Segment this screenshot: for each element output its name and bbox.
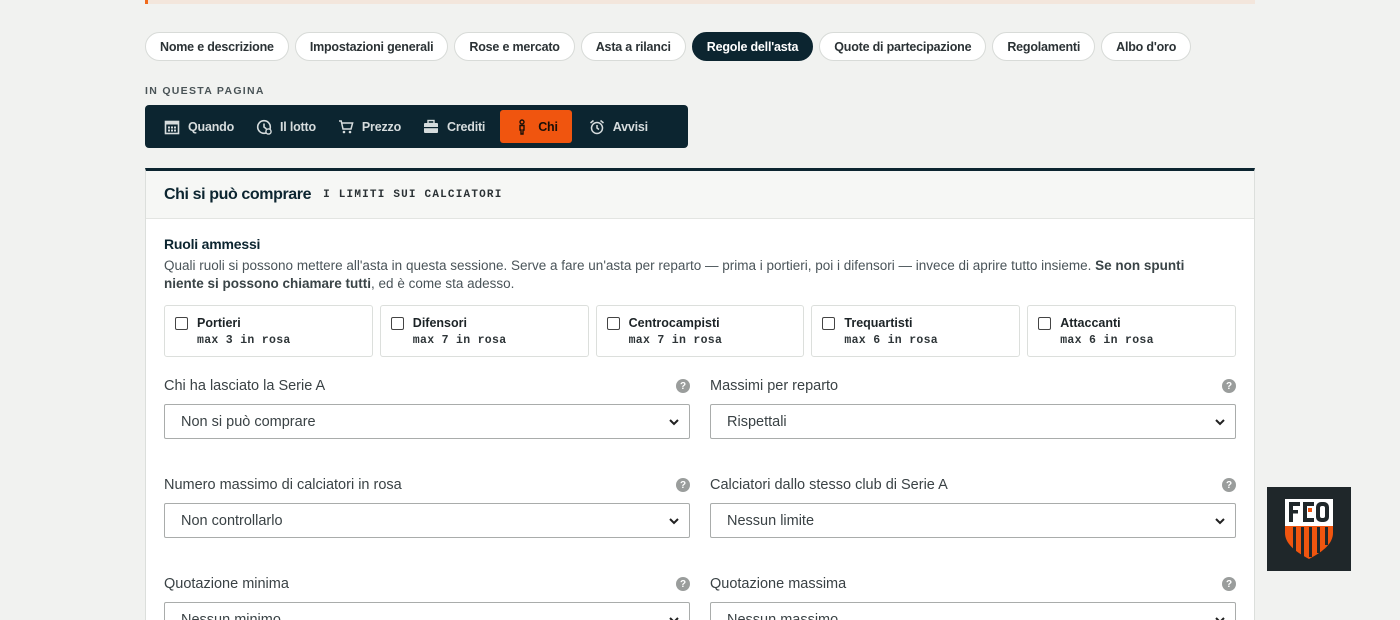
top-accent-bar [145,0,1255,4]
card-header: Chi si può comprare I LIMITI SUI CALCIAT… [146,171,1254,219]
person-icon [514,118,530,135]
role-max: max 6 in rosa [844,334,939,347]
field-quotazione-minima: Quotazione minima ? Nessun minimo [164,574,690,620]
tab-rose-e-mercato[interactable]: Rose e mercato [454,32,575,61]
field-quotazione-massima: Quotazione massima ? Nessun massimo [710,574,1236,620]
numero-massimo-select[interactable]: Non controllarlo [164,503,690,538]
subnav-crediti[interactable]: Crediti [412,110,496,143]
role-checkbox[interactable] [822,317,836,330]
quotazione-massima-select[interactable]: Nessun massimo [710,602,1236,620]
chi-card: Chi si può comprare I LIMITI SUI CALCIAT… [145,168,1255,620]
select-value: Rispettali [727,413,787,430]
role-checkbox[interactable] [606,317,620,330]
field-stesso-club: Calciatori dallo stesso club di Serie A … [710,475,1236,538]
role-option-centrocampisti[interactable]: Centrocampisti max 7 in rosa [595,305,805,357]
clock-icon [256,119,272,135]
field-serie-a-left: Chi ha lasciato la Serie A ? Non si può … [164,376,690,439]
role-max: max 7 in rosa [628,334,723,347]
chevron-down-icon [1215,419,1225,426]
description-tail: , ed è come sta adesso. [371,276,515,291]
in-page-label: IN QUESTA PAGINA [145,85,265,97]
field-label: Calciatori dallo stesso club di Serie A [710,477,948,493]
page-subnav: Quando Il lotto Prezzo Crediti Chi Avvis… [145,105,688,148]
role-name: Portieri [197,316,241,330]
calendar-icon [164,119,180,135]
help-icon[interactable]: ? [1222,379,1236,393]
subnav-label: Quando [188,119,235,134]
stesso-club-select[interactable]: Nessun limite [710,503,1236,538]
select-value: Nessun massimo [727,611,839,620]
massimi-per-reparto-select[interactable]: Rispettali [710,404,1236,439]
role-max: max 6 in rosa [1060,334,1154,347]
help-icon[interactable]: ? [1222,577,1236,591]
tab-regole-dell-asta[interactable]: Regole dell'asta [691,32,814,61]
help-icon[interactable]: ? [1222,478,1236,492]
description-text: Quali ruoli si possono mettere all'asta … [164,258,1092,273]
role-option-portieri[interactable]: Portieri max 3 in rosa [164,305,373,357]
quotazione-minima-select[interactable]: Nessun minimo [164,602,690,620]
role-max: max 7 in rosa [412,334,507,347]
role-option-attaccanti[interactable]: Attaccanti max 6 in rosa [1027,305,1236,357]
fco-logo[interactable] [1267,487,1351,571]
role-name: Centrocampisti [628,316,720,330]
role-name: Trequartisti [844,316,913,330]
field-label: Quotazione minima [164,576,289,592]
tab-impostazioni-generali[interactable]: Impostazioni generali [294,32,449,61]
role-option-trequartisti[interactable]: Trequartisti max 6 in rosa [811,305,1021,357]
tab-asta-a-rilanci[interactable]: Asta a rilanci [580,32,686,61]
field-label: Quotazione massima [710,576,847,592]
role-checkbox[interactable] [175,317,188,330]
subnav-prezzo[interactable]: Prezzo [327,110,412,143]
select-value: Nessun minimo [181,611,281,620]
subnav-il-lotto[interactable]: Il lotto [245,110,327,143]
tab-albo-d-oro[interactable]: Albo d'oro [1101,32,1192,61]
alarm-icon [589,119,605,135]
role-max: max 3 in rosa [197,334,291,347]
role-name: Attaccanti [1060,316,1121,330]
card-title: Chi si può comprare [164,185,312,203]
cart-icon [338,119,354,135]
card-subtitle: I LIMITI SUI CALCIATORI [323,188,503,201]
chevron-down-icon [669,617,679,620]
subnav-label: Avvisi [612,119,648,134]
chevron-down-icon [669,518,679,525]
help-icon[interactable]: ? [676,379,690,393]
subnav-quando[interactable]: Quando [153,110,245,143]
help-icon[interactable]: ? [676,478,690,492]
select-value: Nessun limite [727,512,815,529]
field-numero-massimo: Numero massimo di calciatori in rosa ? N… [164,475,690,538]
tab-regolamenti[interactable]: Regolamenti [992,32,1096,61]
role-checkbox[interactable] [1038,317,1052,330]
subnav-label: Il lotto [280,119,316,134]
roles-section-description: Quali ruoli si possono mettere all'asta … [164,257,1214,293]
field-label: Numero massimo di calciatori in rosa [164,477,402,493]
role-checkbox[interactable] [390,317,404,330]
field-label: Chi ha lasciato la Serie A [164,378,326,394]
roles-section-title: Ruoli ammessi [164,236,261,252]
subnav-avvisi[interactable]: Avvisi [578,110,659,143]
select-value: Non controllarlo [181,512,283,529]
field-label: Massimi per reparto [710,378,839,394]
subnav-label: Prezzo [361,119,402,134]
serie-a-left-select[interactable]: Non si può comprare [164,404,690,439]
section-tabs: Nome e descrizione Impostazioni generali… [145,32,1192,61]
chevron-down-icon [669,419,679,426]
tab-nome-e-descrizione[interactable]: Nome e descrizione [145,32,289,61]
role-name: Difensori [412,316,467,330]
field-massimi-per-reparto: Massimi per reparto ? Rispettali [710,376,1236,439]
chevron-down-icon [1215,617,1225,620]
role-option-difensori[interactable]: Difensori max 7 in rosa [379,305,589,357]
subnav-chi[interactable]: Chi [500,110,572,143]
tab-quote-di-partecipazione[interactable]: Quote di partecipazione [819,32,987,61]
select-value: Non si può comprare [181,413,316,430]
subnav-label: Chi [538,119,558,134]
wallet-icon [423,119,439,135]
chevron-down-icon [1215,518,1225,525]
roles-list: Portieri max 3 in rosa Difensori max 7 i… [164,305,1236,357]
help-icon[interactable]: ? [676,577,690,591]
subnav-label: Crediti [447,119,486,134]
